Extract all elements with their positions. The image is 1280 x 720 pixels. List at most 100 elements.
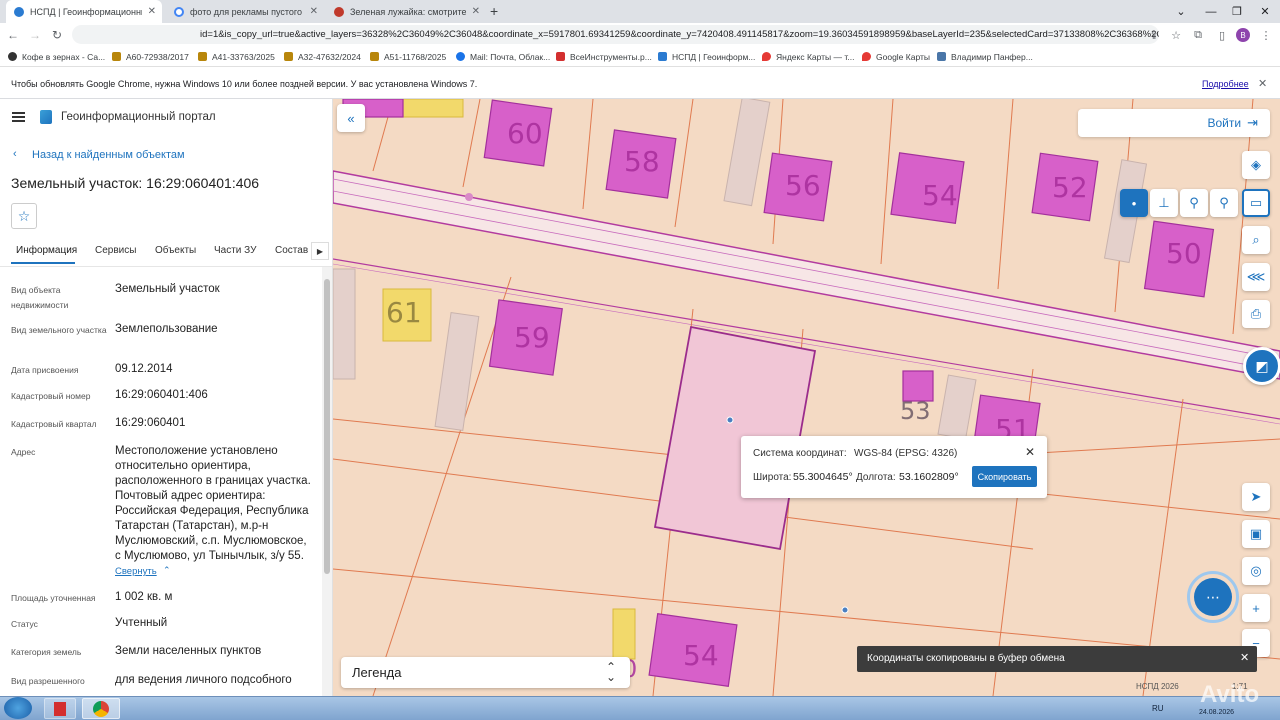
measure-line-icon[interactable]: ⊥ [1150, 189, 1178, 217]
print-icon[interactable]: ⎙ [1242, 300, 1270, 328]
close-icon[interactable]: ✕ [310, 6, 318, 17]
close-icon[interactable]: ✕ [1258, 77, 1267, 90]
layers-icon[interactable]: ◈ [1242, 151, 1270, 179]
coord-system-value: WGS-84 (EPSG: 4326) [854, 448, 958, 459]
bookmark-star-icon[interactable]: ☆ [1168, 27, 1184, 43]
copy-coordinates-button[interactable]: Скопировать [972, 466, 1037, 487]
taskbar-app-ilovepdf[interactable] [44, 698, 76, 719]
language-indicator[interactable]: RU [1152, 704, 1164, 713]
geolocation-icon[interactable]: ◎ [1242, 557, 1270, 585]
sidepanel-icon[interactable]: ▯ [1214, 27, 1230, 43]
back-arrow-icon[interactable]: ← [4, 26, 22, 44]
scrollbar-thumb[interactable] [324, 279, 330, 574]
collapse-link[interactable]: Свернуть [115, 566, 157, 577]
measure-point-icon[interactable]: ⚲ [1210, 189, 1238, 217]
back-to-results-link[interactable]: Назад к найденным объектам [32, 149, 185, 161]
house-number: 52 [1052, 171, 1088, 204]
bookmark-item[interactable]: A41-33763/2025 [198, 49, 275, 64]
share-icon[interactable]: ⇪ [1146, 27, 1162, 43]
login-icon: ⇥ [1247, 115, 1258, 130]
taskbar-app-chrome[interactable] [82, 698, 120, 719]
bookmark-item[interactable]: Владимир Панфер... [937, 49, 1033, 64]
windows-start-icon[interactable] [4, 697, 32, 719]
chevron-up-icon[interactable]: ⌃ [163, 565, 171, 576]
bookmark-item[interactable]: Кофе в зернах - Са... [8, 49, 105, 64]
close-icon[interactable]: ✕ [1240, 651, 1249, 664]
close-icon[interactable]: ✕ [1025, 445, 1035, 459]
favorite-star-icon[interactable]: ☆ [11, 203, 37, 229]
back-chevron-icon[interactable]: ‹ [13, 148, 17, 160]
browser-tab-nspd[interactable]: НСПД | Геоинформационный п ✕ [6, 0, 162, 23]
system-date: 24.08.2026 [1199, 709, 1235, 716]
tab-composition[interactable]: Состав [275, 245, 308, 256]
share-icon[interactable]: ⋘ [1242, 263, 1270, 291]
extensions-puzzle-icon[interactable]: ⧉ [1190, 27, 1206, 43]
bookmark-label: A32-47632/2024 [298, 51, 361, 62]
menu-kebab-icon[interactable]: ⋮ [1258, 27, 1274, 43]
new-tab-button[interactable]: + [490, 3, 498, 19]
search-area-icon[interactable]: ⌕ [1242, 226, 1270, 254]
bookmark-label: Яндекс Карты — т... [776, 51, 855, 62]
bookmark-item[interactable]: A51-11768/2025 [370, 49, 446, 64]
bookmarks-bar: Кофе в зернах - Са... A60-72938/2017 A41… [0, 46, 1280, 67]
browser-tab-lawn[interactable]: Зеленая лужайка: смотрите и ск ✕ [326, 0, 486, 23]
navigate-arrow-icon[interactable]: ➤ [1242, 483, 1270, 511]
ruler-close-icon[interactable]: ▭ [1242, 189, 1270, 217]
toast-message: Координаты скопированы в буфер обмена [867, 653, 1065, 664]
chat-button[interactable]: ⋯ [1187, 571, 1239, 623]
tab-search-icon[interactable]: ⌄ [1166, 0, 1196, 23]
panorama-icon[interactable]: ▣ [1242, 520, 1270, 548]
bookmark-item[interactable]: Google Карты [862, 49, 930, 64]
assistant-icon[interactable]: ◩ [1243, 347, 1280, 385]
bookmark-item[interactable]: НСПД | Геоинформ... [658, 49, 755, 64]
tab-information[interactable]: Информация [16, 245, 77, 256]
forward-arrow-icon[interactable]: → [26, 26, 44, 44]
portal-logo-icon [40, 110, 52, 124]
copied-toast: Координаты скопированы в буфер обмена ✕ [857, 646, 1257, 672]
bookmark-item[interactable]: ВсеИнструменты.р... [556, 49, 652, 64]
tab-parts[interactable]: Части ЗУ [214, 245, 256, 256]
address-bar[interactable]: id=1&is_copy_url=true&active_layers=3632… [72, 25, 1159, 44]
close-icon[interactable]: ✕ [472, 6, 480, 17]
profile-letter: В [1240, 30, 1246, 40]
legend-panel[interactable]: Легенда ⌃ ⌄ [341, 657, 630, 688]
tab-title: НСПД | Геоинформационный п [30, 6, 142, 17]
more-info-link[interactable]: Подробнее [1202, 79, 1249, 89]
login-button[interactable]: Войти ⇥ [1078, 109, 1270, 137]
field-label: Категория земель [11, 647, 82, 657]
bookmark-item[interactable]: Яндекс Карты — т... [762, 49, 854, 64]
profile-avatar[interactable]: В [1236, 28, 1250, 42]
latitude-value: 55.3004645° [793, 471, 853, 483]
close-icon[interactable]: ✕ [148, 6, 156, 17]
bookmark-item[interactable]: A60-72938/2017 [112, 49, 189, 64]
field-label: Дата присвоения [11, 365, 79, 375]
maximize-button[interactable]: ❐ [1222, 0, 1252, 23]
bookmark-label: Mail: Почта, Облак... [470, 51, 551, 62]
tab-objects[interactable]: Объекты [155, 245, 196, 256]
coffee-icon [8, 52, 17, 61]
bookmark-item[interactable]: A32-47632/2024 [284, 49, 361, 64]
field-value: для ведения личного подсобного [115, 674, 292, 686]
url-text: id=1&is_copy_url=true&active_layers=3632… [200, 29, 1159, 40]
map-copyright: НСПД 2026 [1136, 682, 1179, 691]
reload-icon[interactable]: ↻ [48, 26, 66, 44]
point-tool-icon[interactable]: • [1120, 189, 1148, 217]
pdf-app-icon [54, 701, 66, 716]
field-label: Вид объекта недвижимости [11, 285, 69, 310]
zoom-in-icon[interactable]: + [1242, 594, 1270, 622]
browser-tab-google[interactable]: фото для рекламы пустого учас ✕ [166, 0, 324, 23]
field-label: Статус [11, 619, 38, 629]
measure-area-icon[interactable]: ⚲ [1180, 189, 1208, 217]
chrome-icon [93, 700, 109, 717]
tab-services[interactable]: Сервисы [95, 245, 136, 256]
bookmark-item[interactable]: Mail: Почта, Облак... [456, 49, 550, 64]
panel-scrollbar[interactable] [322, 267, 332, 696]
object-title: Земельный участок: 16:29:060401:406 [11, 175, 260, 191]
tabs-scroll-right-icon[interactable]: ▶ [311, 242, 329, 260]
window-close-button[interactable]: ✕ [1250, 0, 1280, 23]
field-value: 16:29:060401 [115, 417, 186, 429]
collapse-panel-icon[interactable]: « [337, 104, 365, 132]
hamburger-menu-icon[interactable] [12, 112, 25, 122]
map-pin-icon [862, 52, 871, 61]
cadastral-map[interactable]: 60 58 56 54 52 50 61 59 53 51 54 0 « Вой… [333, 99, 1280, 696]
